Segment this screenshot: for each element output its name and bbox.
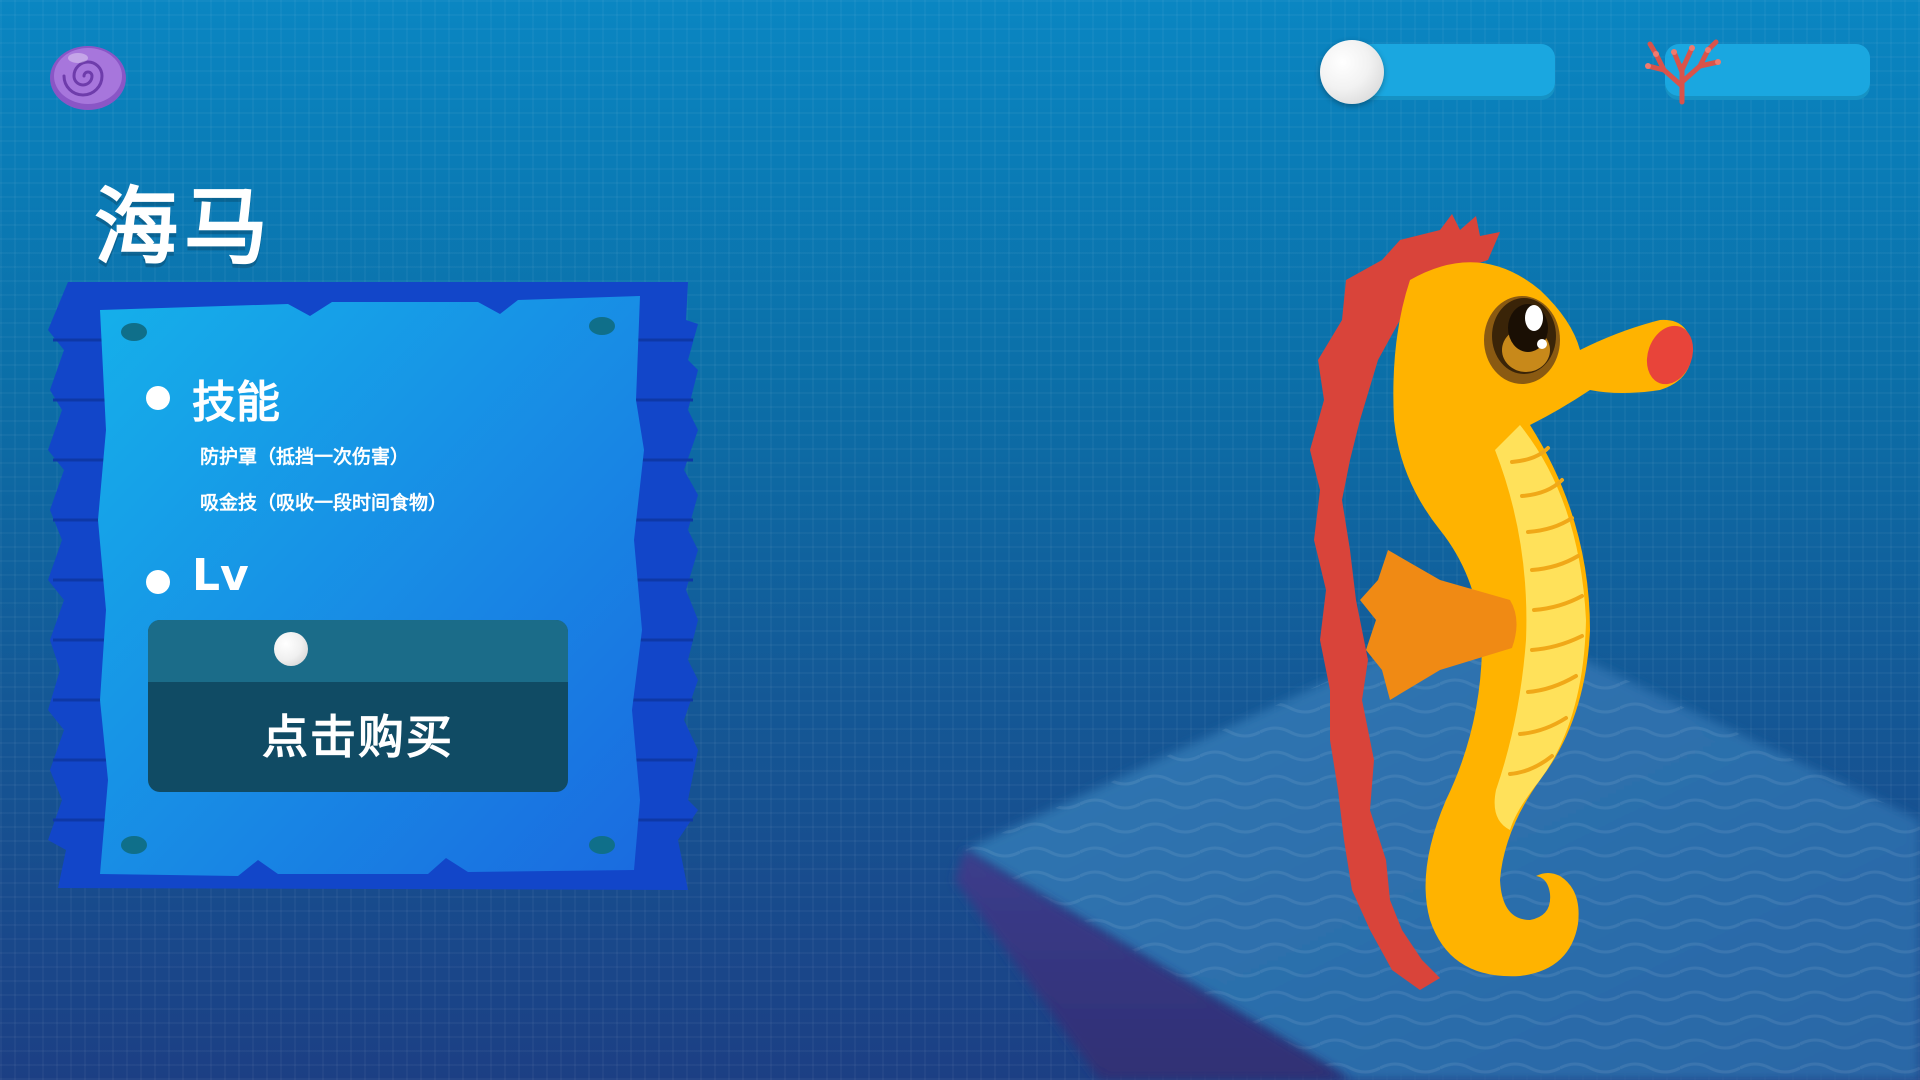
spiral-shell-icon[interactable] (48, 40, 128, 112)
skills-bullet (146, 386, 170, 410)
pearl-count (1400, 55, 1540, 89)
game-scene: 海马 技能 防护罩（抵挡一次伤害） 吸金技（吸收一段时间食物） Lv 点击购买 (0, 0, 1920, 1080)
lv-bullet (146, 570, 170, 594)
price-strip (148, 620, 568, 682)
coral-icon (1645, 39, 1721, 105)
lv-heading: Lv (192, 550, 249, 601)
coral-count (1730, 55, 1860, 89)
buy-button[interactable]: 点击购买 (148, 620, 568, 792)
pearl-icon (274, 632, 308, 666)
skill-item: 防护罩（抵挡一次伤害） (200, 446, 410, 468)
skill-item: 吸金技（吸收一段时间食物） (200, 492, 448, 514)
skills-heading: 技能 (192, 377, 280, 428)
buy-button-label: 点击购买 (262, 710, 454, 764)
pearl-icon (1320, 40, 1384, 104)
seahorse-character (1310, 214, 1694, 990)
info-board: 技能 防护罩（抵挡一次伤害） 吸金技（吸收一段时间食物） Lv (48, 280, 698, 890)
page-title: 海马 (94, 178, 275, 276)
